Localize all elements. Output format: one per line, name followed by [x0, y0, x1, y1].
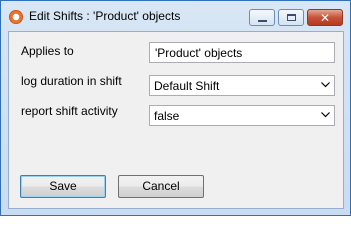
report-activity-select[interactable]: false	[149, 105, 335, 126]
chevron-down-icon[interactable]	[320, 110, 330, 120]
close-icon: ✕	[319, 10, 331, 25]
applies-to-field[interactable]: 'Product' objects	[149, 42, 335, 63]
log-duration-select[interactable]: Default Shift	[149, 75, 335, 96]
dialog-content: Applies to 'Product' objects log duratio…	[8, 31, 344, 209]
window-title: Edit Shifts : 'Product' objects	[29, 9, 181, 23]
maximize-icon	[286, 14, 296, 21]
report-activity-value: false	[154, 109, 180, 123]
minimize-icon	[257, 19, 267, 22]
report-activity-label: report shift activity	[21, 104, 118, 118]
title-bar[interactable]: Edit Shifts : 'Product' objects ✕	[1, 1, 350, 31]
app-icon	[9, 10, 23, 24]
chevron-down-icon[interactable]	[320, 80, 330, 90]
cancel-button[interactable]: Cancel	[118, 175, 204, 198]
maximize-button[interactable]	[278, 9, 304, 26]
dialog-window: Edit Shifts : 'Product' objects ✕ Applie…	[0, 0, 351, 216]
log-duration-value: Default Shift	[154, 79, 220, 93]
save-button[interactable]: Save	[20, 175, 106, 198]
minimize-button[interactable]	[249, 9, 275, 26]
applies-to-label: Applies to	[21, 44, 74, 58]
log-duration-label: log duration in shift	[21, 74, 122, 88]
close-button[interactable]: ✕	[307, 9, 343, 26]
